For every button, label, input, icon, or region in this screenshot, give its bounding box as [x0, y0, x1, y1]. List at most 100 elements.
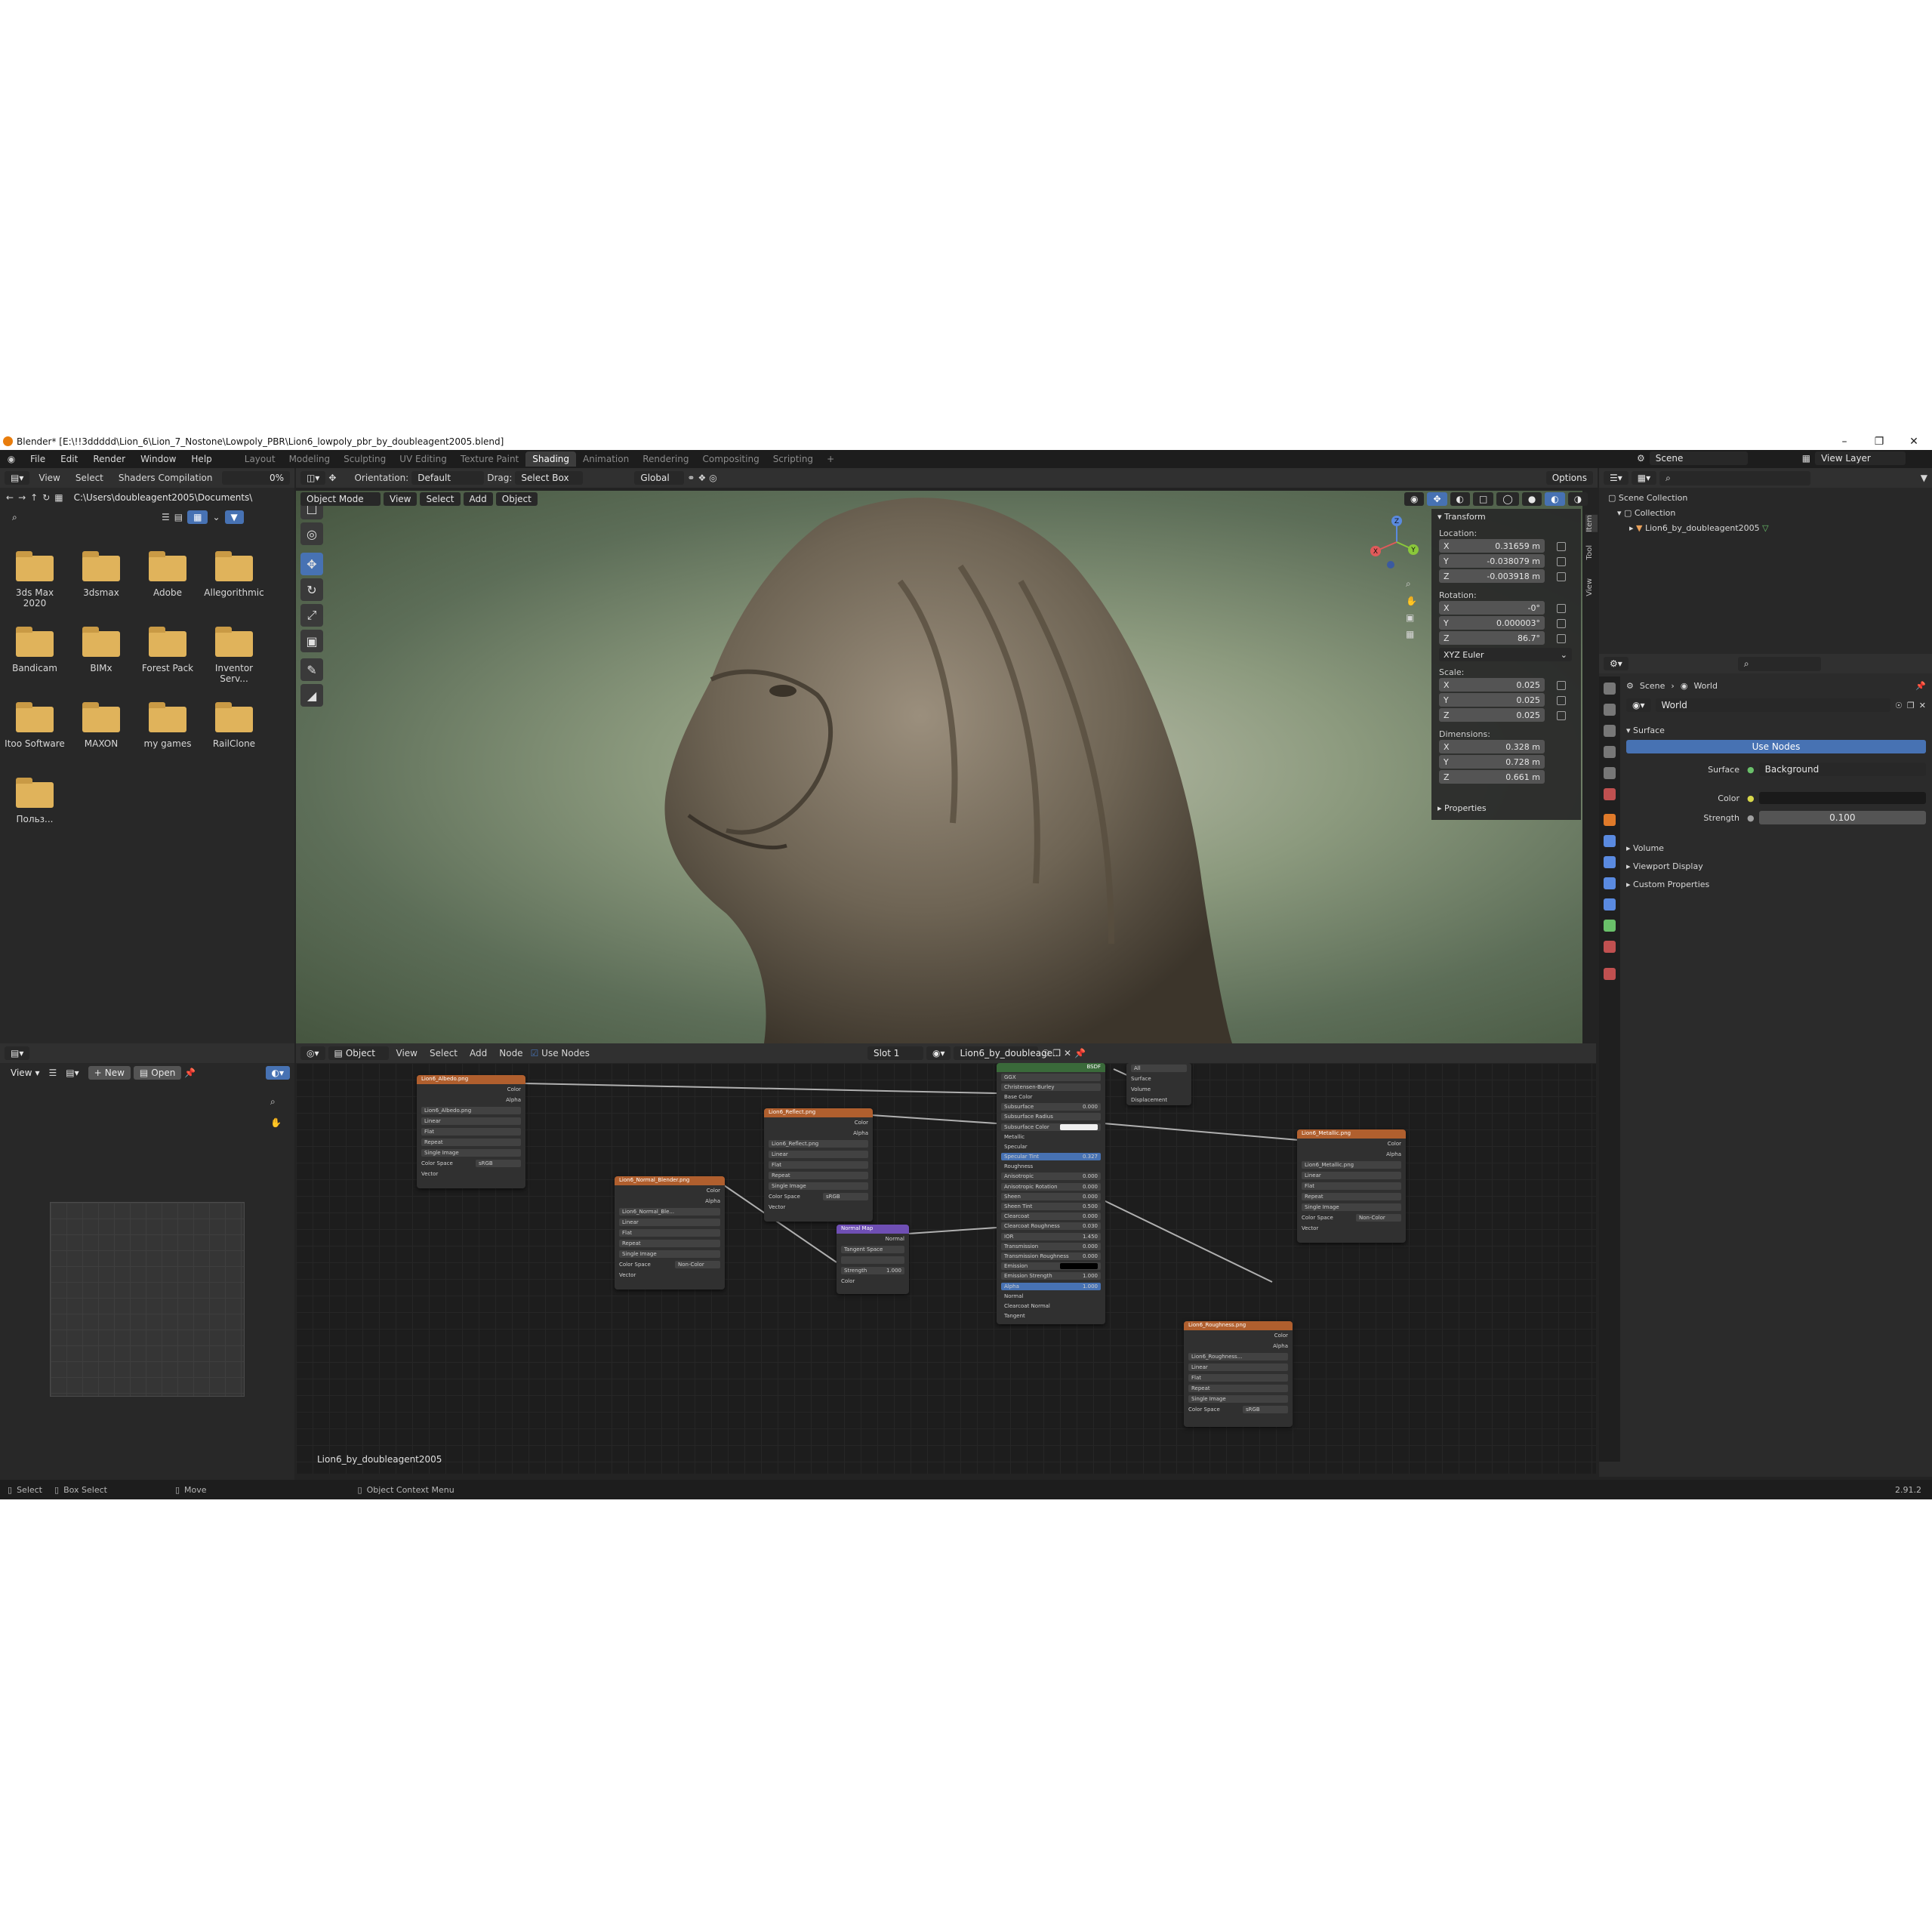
bsdf-input-row[interactable]: Transmission 0.000: [997, 1241, 1105, 1251]
view-layer-icon[interactable]: ▦: [1802, 453, 1810, 464]
image-editor-type-icon[interactable]: ▤▾: [5, 1046, 30, 1060]
bsdf-input-row[interactable]: Subsurface Radius: [997, 1112, 1105, 1122]
sidebar-tab-tool[interactable]: Tool: [1585, 545, 1598, 559]
lock-icon[interactable]: [1557, 619, 1566, 628]
vp-select-menu[interactable]: Select: [420, 492, 461, 506]
folder-item[interactable]: 3ds Max 2020: [5, 551, 65, 609]
ne-view-menu[interactable]: View: [392, 1048, 422, 1058]
location-z-field[interactable]: Z -0.003918 m: [1439, 569, 1545, 583]
dimensions-z-field[interactable]: Z 0.661 m: [1439, 770, 1545, 784]
material-name-field[interactable]: Lion6_by_doubleage...: [954, 1046, 1062, 1060]
tab-rendering[interactable]: Rendering: [636, 451, 695, 467]
close-button[interactable]: ✕: [1897, 433, 1931, 450]
menu-edit[interactable]: Edit: [53, 454, 85, 464]
image-browse-icon[interactable]: ▤▾: [60, 1066, 85, 1080]
image-texture-node-albedo[interactable]: Lion6_Albedo.png Color Alpha Lion6_Albed…: [417, 1075, 525, 1188]
folder-item[interactable]: Allegorithmic: [204, 551, 264, 598]
bsdf-input-row[interactable]: Specular Tint 0.327: [997, 1152, 1105, 1162]
lock-icon[interactable]: [1557, 604, 1566, 613]
folder-item[interactable]: Польз...: [5, 778, 65, 824]
location-x-field[interactable]: X 0.31659 m: [1439, 539, 1545, 553]
hamburger-icon[interactable]: ☰: [49, 1068, 57, 1078]
folder-item[interactable]: 3dsmax: [71, 551, 131, 598]
zoom-icon[interactable]: ⌕: [270, 1096, 276, 1108]
material-output-node[interactable]: All Surface Volume Displacement: [1126, 1063, 1191, 1105]
menu-window[interactable]: Window: [133, 454, 183, 464]
bsdf-input-row[interactable]: Clearcoat Roughness 0.030: [997, 1222, 1105, 1231]
texture-tab-icon[interactable]: [1604, 968, 1616, 980]
move-tool-icon[interactable]: ✥: [300, 553, 323, 575]
ie-view-menu[interactable]: View ▾: [5, 1066, 46, 1080]
object-tab-icon[interactable]: [1604, 814, 1616, 826]
scale-tool-icon[interactable]: ⤢: [300, 604, 323, 627]
tab-layout[interactable]: Layout: [238, 451, 282, 467]
bsdf-input-row[interactable]: GGX: [997, 1072, 1105, 1082]
drag-dropdown[interactable]: Select Box: [515, 471, 584, 485]
scale-x-field[interactable]: X 0.025: [1439, 678, 1545, 692]
scene-icon[interactable]: ⚙: [1637, 453, 1645, 464]
world-browse-icon[interactable]: ◉▾: [1626, 698, 1651, 712]
display-thumbnails-icon[interactable]: ▦: [187, 510, 208, 524]
bsdf-input-row[interactable]: Roughness: [997, 1162, 1105, 1172]
properties-section-header[interactable]: ▸ Properties: [1431, 800, 1493, 816]
viewport-display-section-header[interactable]: ▸ Viewport Display: [1626, 858, 1926, 876]
node-editor-type-icon[interactable]: ◎▾: [300, 1046, 325, 1060]
scale-y-field[interactable]: Y 0.025: [1439, 693, 1545, 707]
menu-file[interactable]: File: [23, 454, 53, 464]
cursor-tool-icon[interactable]: ◎: [300, 522, 323, 545]
bsdf-input-row[interactable]: Christensen-Burley: [997, 1082, 1105, 1092]
bsdf-input-row[interactable]: Alpha 1.000: [997, 1281, 1105, 1291]
tab-texture-paint[interactable]: Texture Paint: [454, 451, 525, 467]
rotation-y-field[interactable]: Y 0.000003°: [1439, 616, 1545, 630]
use-nodes-button[interactable]: Use Nodes: [1626, 740, 1926, 753]
fake-user-icon[interactable]: ☉: [1041, 1048, 1049, 1058]
lock-icon[interactable]: [1557, 557, 1566, 566]
fb-select-menu[interactable]: Select: [69, 473, 109, 483]
folder-item[interactable]: MAXON: [71, 702, 131, 749]
scale-z-field[interactable]: Z 0.025: [1439, 708, 1545, 722]
measure-tool-icon[interactable]: ◢: [300, 684, 323, 707]
constraints-tab-icon[interactable]: [1604, 898, 1616, 911]
scene-tab-icon[interactable]: [1604, 767, 1616, 779]
collection-row[interactable]: ▾ ▢ Collection: [1608, 506, 1923, 521]
pan-hand-icon[interactable]: ✋: [1406, 596, 1417, 606]
filter-icon[interactable]: ▼: [224, 510, 244, 524]
vp-object-menu[interactable]: Object: [495, 492, 538, 506]
location-y-field[interactable]: Y -0.038079 m: [1439, 554, 1545, 568]
scene-collection-row[interactable]: ▢ Scene Collection: [1608, 491, 1923, 506]
view-layer-selector[interactable]: View Layer: [1815, 451, 1906, 465]
render-tab-icon[interactable]: [1604, 704, 1616, 716]
bsdf-input-row[interactable]: Normal: [997, 1291, 1105, 1301]
scene-selector[interactable]: Scene: [1649, 451, 1748, 465]
dimensions-x-field[interactable]: X 0.328 m: [1439, 740, 1545, 753]
sidebar-tab-view[interactable]: View: [1585, 578, 1598, 596]
rotate-tool-icon[interactable]: ↻: [300, 578, 323, 601]
folder-item[interactable]: BIMx: [71, 627, 131, 673]
gizmo-icon[interactable]: ✥: [1427, 492, 1447, 506]
tab-uv-editing[interactable]: UV Editing: [393, 451, 454, 467]
volume-section-header[interactable]: ▸ Volume: [1626, 840, 1926, 858]
bsdf-input-row[interactable]: Tangent: [997, 1311, 1105, 1321]
lock-icon[interactable]: [1557, 696, 1566, 705]
folder-item[interactable]: my games: [137, 702, 198, 749]
navigation-gizmo[interactable]: Z X Y: [1367, 512, 1427, 572]
new-folder-icon[interactable]: ▦: [54, 492, 63, 503]
bsdf-input-row[interactable]: Anisotropic 0.000: [997, 1172, 1105, 1182]
ne-add-menu[interactable]: Add: [465, 1048, 491, 1058]
pin-icon[interactable]: 📌: [1074, 1048, 1086, 1058]
editor-type-icon-3d[interactable]: ◫▾: [300, 471, 326, 485]
sidebar-tab-item[interactable]: Item: [1585, 515, 1598, 532]
perspective-grid-icon[interactable]: ▦: [1406, 629, 1417, 639]
material-browse-icon[interactable]: ◉▾: [926, 1046, 951, 1060]
object-row[interactable]: ▸ ▼ Lion6_by_doubleagent2005 ▽: [1608, 521, 1923, 536]
bsdf-input-row[interactable]: Transmission Roughness 0.000: [997, 1251, 1105, 1261]
xray-icon[interactable]: □: [1473, 492, 1494, 506]
fb-bookmark[interactable]: Shaders Compilation: [112, 473, 219, 483]
overlay-icon[interactable]: ◐: [1450, 492, 1471, 506]
duplicate-icon[interactable]: ❐: [1052, 1048, 1061, 1058]
lock-icon[interactable]: [1557, 542, 1566, 551]
dimensions-y-field[interactable]: Y 0.728 m: [1439, 755, 1545, 769]
rotation-z-field[interactable]: Z 86.7°: [1439, 631, 1545, 645]
outliner-editor-type-icon[interactable]: ☰▾: [1604, 471, 1628, 485]
physics-tab-icon[interactable]: [1604, 877, 1616, 889]
